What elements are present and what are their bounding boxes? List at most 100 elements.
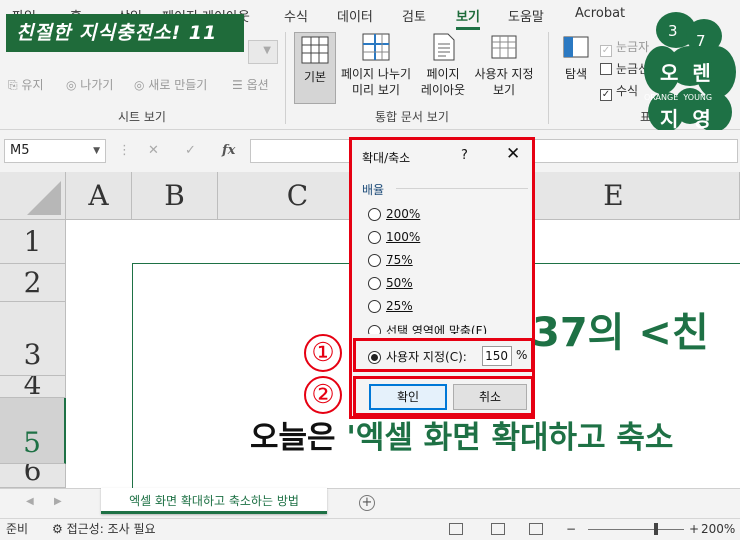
dialog-title: 확대/축소 bbox=[362, 151, 411, 165]
zoom-option-custom[interactable]: 사용자 지정(C): bbox=[368, 348, 467, 364]
column-header-a[interactable]: A bbox=[66, 172, 132, 220]
zoom-dialog: 확대/축소 ? ✕ 배율 200% 100% 75% 50% 25% 선택 영역… bbox=[349, 137, 535, 419]
zoom-option-fit-selection[interactable]: 선택 영역에 맞춤(F) bbox=[368, 322, 487, 334]
name-box[interactable]: M5 ▼ bbox=[4, 139, 106, 163]
logo-mark: 3 7 오 렌 ORANGE YOUNG 지 영 bbox=[644, 12, 736, 132]
custom-zoom-unit: % bbox=[516, 348, 528, 362]
sheet-view-options-button[interactable]: ☰ 옵션 bbox=[232, 76, 269, 93]
logo-line-3: 지 영 bbox=[660, 107, 711, 131]
accessibility-icon: ⚙ bbox=[52, 522, 67, 536]
group-divider bbox=[548, 32, 549, 124]
status-bar: 준비 ⚙ 접근성: 조사 필요 − + 200% bbox=[0, 518, 740, 540]
custom-view-label-2: 보기 bbox=[492, 83, 516, 97]
formula-bar-checkbox[interactable]: ✓ 수식 bbox=[600, 82, 638, 101]
page-break-view-icon[interactable] bbox=[529, 523, 543, 535]
chevron-down-icon[interactable]: ▼ bbox=[93, 140, 100, 162]
status-ready: 준비 bbox=[6, 522, 29, 536]
zoom-option-75[interactable]: 75% bbox=[368, 253, 413, 269]
zoom-option-custom-label: 사용자 지정(C): bbox=[386, 350, 467, 364]
custom-view-icon bbox=[491, 35, 517, 59]
sheet-tab-active[interactable]: 엑셀 화면 확대하고 축소하는 방법 bbox=[101, 488, 327, 514]
tab-help[interactable]: 도움말 bbox=[508, 6, 544, 25]
zoom-option-100[interactable]: 100% bbox=[368, 230, 420, 246]
zoom-option-25-label: 25% bbox=[386, 299, 413, 313]
tab-acrobat[interactable]: Acrobat bbox=[575, 6, 625, 21]
add-sheet-icon[interactable]: + bbox=[359, 495, 375, 511]
sheet-tab-bar: ◀ ▶ 엑셀 화면 확대하고 축소하는 방법 + bbox=[0, 488, 740, 518]
subtitle-plain: 오늘은 bbox=[250, 420, 347, 456]
tab-data[interactable]: 데이터 bbox=[337, 6, 373, 25]
zoom-option-200-label: 200% bbox=[386, 207, 421, 221]
logo-digit-2: 7 bbox=[696, 32, 706, 50]
magnification-group-label: 배율 bbox=[362, 183, 385, 197]
sheet-view-exit-button[interactable]: ◎ 나가기 bbox=[66, 76, 113, 93]
sheet-title-text: 37의 <친 bbox=[532, 310, 709, 356]
zoom-option-50[interactable]: 50% bbox=[368, 276, 413, 292]
row-header-4[interactable]: 4 bbox=[0, 376, 66, 398]
orange-young-logo: 3 7 오 렌 ORANGE YOUNG 지 영 bbox=[642, 8, 740, 134]
workbook-views-group-label: 통합 문서 보기 bbox=[375, 110, 449, 124]
normal-view-label: 기본 bbox=[303, 70, 327, 84]
page-layout-view-icon[interactable] bbox=[491, 523, 505, 535]
step-1-marker: ① bbox=[304, 334, 342, 372]
insert-function-icon[interactable]: fx bbox=[222, 143, 235, 158]
normal-view-icon[interactable] bbox=[449, 523, 463, 535]
sheet-view-exit-label: 나가기 bbox=[80, 78, 114, 92]
sheet-view-new-button[interactable]: ◎ 새로 만들기 bbox=[134, 76, 207, 93]
disk-icon: ⎘ bbox=[8, 78, 22, 92]
sheet-view-keep-label: 유지 bbox=[21, 78, 44, 92]
select-all-button[interactable] bbox=[0, 172, 66, 220]
row-header-6[interactable]: 6 bbox=[0, 464, 66, 488]
normal-view-button[interactable]: 기본 bbox=[294, 32, 336, 104]
help-icon[interactable]: ? bbox=[461, 148, 468, 163]
page-break-label-1: 페이지 나누기 bbox=[340, 67, 412, 81]
group-divider bbox=[396, 188, 528, 189]
page-break-preview-button[interactable]: 페이지 나누기 미리 보기 bbox=[338, 32, 414, 98]
accessibility-label: 접근성: 조사 필요 bbox=[66, 522, 156, 536]
formula-bar-label: 수식 bbox=[616, 84, 639, 98]
row-header-2[interactable]: 2 bbox=[0, 264, 66, 302]
page-break-icon bbox=[362, 33, 390, 61]
cancel-button[interactable]: 취소 bbox=[453, 384, 527, 410]
logo-digit-1: 3 bbox=[668, 22, 678, 40]
tab-review[interactable]: 검토 bbox=[402, 6, 426, 25]
row-header-3[interactable]: 3 bbox=[0, 302, 66, 376]
sheet-view-keep-button[interactable]: ⎘ 유지 bbox=[8, 76, 44, 93]
logo-line-2: ORANGE YOUNG bbox=[644, 93, 712, 102]
zoom-slider[interactable] bbox=[588, 529, 684, 530]
ok-button[interactable]: 확인 bbox=[369, 384, 447, 410]
radio-icon bbox=[368, 277, 381, 290]
close-icon[interactable]: ✕ bbox=[506, 145, 520, 163]
custom-views-button[interactable]: 사용자 지정 보기 bbox=[469, 32, 539, 98]
row-header-5[interactable]: 5 bbox=[0, 398, 66, 464]
page-layout-view-button[interactable]: 페이지 레이아웃 bbox=[418, 32, 468, 98]
eye-plus-icon: ◎ bbox=[134, 78, 149, 92]
scroll-right-icon[interactable]: ▶ bbox=[54, 496, 62, 507]
blog-banner: 친절한 지식충전소! 11 bbox=[6, 14, 244, 52]
accessibility-status[interactable]: ⚙ 접근성: 조사 필요 bbox=[52, 519, 156, 539]
scroll-left-icon[interactable]: ◀ bbox=[26, 496, 34, 507]
subtitle-highlight: '엑셀 화면 확대하고 축소 bbox=[346, 420, 674, 456]
radio-icon bbox=[368, 300, 381, 313]
zoom-in-button[interactable]: + bbox=[689, 519, 699, 539]
row-header-1[interactable]: 1 bbox=[0, 220, 66, 264]
column-header-b[interactable]: B bbox=[132, 172, 218, 220]
sheet-view-group-label: 시트 보기 bbox=[118, 110, 166, 124]
zoom-option-100-label: 100% bbox=[386, 230, 421, 244]
zoom-out-button[interactable]: − bbox=[566, 519, 576, 539]
zoom-option-200[interactable]: 200% bbox=[368, 207, 420, 223]
navigation-button[interactable]: 탐색 bbox=[558, 32, 594, 82]
zoom-level[interactable]: 200% bbox=[701, 519, 735, 539]
cancel-icon[interactable]: ✕ bbox=[148, 143, 159, 158]
zoom-option-25[interactable]: 25% bbox=[368, 299, 413, 315]
radio-selected-icon bbox=[368, 351, 381, 364]
tab-view[interactable]: 보기 bbox=[456, 6, 480, 30]
tab-formulas[interactable]: 수식 bbox=[284, 6, 308, 25]
custom-zoom-input[interactable]: 150 bbox=[482, 346, 512, 366]
zoom-slider-thumb[interactable] bbox=[654, 523, 658, 535]
group-divider bbox=[285, 32, 286, 124]
enter-icon[interactable]: ✓ bbox=[185, 143, 196, 158]
zoom-option-50-label: 50% bbox=[386, 276, 413, 290]
sheet-view-dropdown[interactable]: ▼ bbox=[248, 40, 278, 64]
logo-line-1: 오 렌 bbox=[660, 61, 711, 85]
